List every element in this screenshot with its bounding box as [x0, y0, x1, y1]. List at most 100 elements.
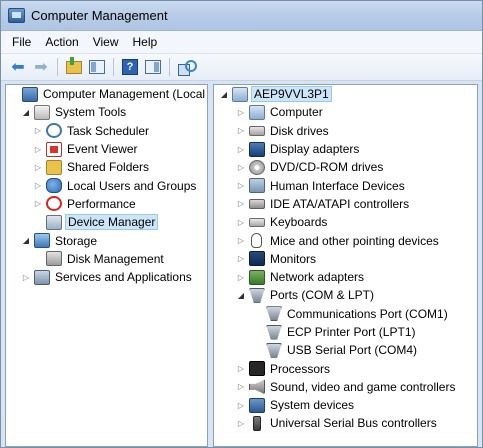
tree-item[interactable]: ▷ IDE ATA/ATAPI controllers — [214, 195, 477, 213]
keyboard-icon — [249, 217, 265, 227]
tree-item[interactable]: ▷ Display adapters — [214, 140, 477, 158]
device-manager-icon — [46, 214, 62, 230]
expand-arrow-icon[interactable]: ▷ — [236, 236, 246, 245]
show-hide-console-tree-icon[interactable] — [88, 58, 106, 76]
expand-arrow-icon[interactable]: ▷ — [236, 145, 246, 154]
display-adapter-icon — [249, 141, 265, 157]
expand-arrow-icon[interactable]: ▷ — [236, 181, 246, 190]
tree-item-label: AEP9VVL3P1 — [251, 86, 332, 103]
expand-arrow-icon[interactable]: ▷ — [236, 419, 246, 428]
menu-help[interactable]: Help — [126, 35, 165, 49]
expand-arrow-icon[interactable]: ▷ — [236, 382, 246, 391]
forward-arrow-icon[interactable]: ➡ — [32, 58, 50, 76]
expand-arrow-icon[interactable]: ▷ — [236, 108, 246, 117]
tree-item[interactable]: Disk Management — [6, 250, 207, 268]
tree-item[interactable]: ▷ Event Viewer — [6, 140, 207, 158]
expand-arrow-icon[interactable]: ▷ — [33, 126, 43, 135]
ide-controller-icon — [249, 198, 265, 209]
task-scheduler-icon — [46, 123, 62, 139]
expand-arrow-icon[interactable]: ▷ — [236, 163, 246, 172]
tree-item[interactable]: ▷ Services and Applications — [6, 268, 207, 286]
tree-item-label: USB Serial Port (COM4) — [287, 343, 418, 358]
monitor-icon — [249, 251, 265, 267]
expand-arrow-icon[interactable]: ▷ — [236, 364, 246, 373]
show-hide-action-pane-icon[interactable] — [144, 58, 162, 76]
system-devices-icon — [249, 397, 265, 413]
help-icon[interactable]: ? — [121, 58, 139, 76]
tree-item[interactable]: ◢ Storage — [6, 231, 207, 249]
tree-item-label: Keyboards — [270, 215, 328, 230]
device-tree: ◢ AEP9VVL3P1 ▷ Computer ▷ Disk drives ▷ Display… — [214, 85, 477, 433]
port-icon — [266, 342, 282, 358]
tree-item[interactable]: ▷ Human Interface Devices — [214, 176, 477, 194]
expand-arrow-icon[interactable]: ▷ — [33, 181, 43, 190]
scan-hardware-icon[interactable] — [177, 58, 197, 76]
disk-drive-icon — [249, 125, 265, 136]
expand-arrow-icon[interactable]: ▷ — [236, 199, 246, 208]
tree-item[interactable]: ▷ Performance — [6, 195, 207, 213]
expand-arrow-icon[interactable]: ▷ — [33, 163, 43, 172]
tree-item[interactable]: ECP Printer Port (LPT1) — [214, 323, 477, 341]
console-tree-pane[interactable]: Computer Management (Local ◢ System Tools ▷… — [5, 84, 208, 447]
storage-icon — [34, 233, 50, 249]
hid-icon — [249, 178, 265, 194]
tree-item-label: Processors — [270, 361, 331, 376]
tree-item[interactable]: Communications Port (COM1) — [214, 305, 477, 323]
tree-item[interactable]: ▷ Keyboards — [214, 213, 477, 231]
expand-arrow-icon[interactable]: ▷ — [236, 273, 246, 282]
expand-arrow-icon[interactable]: ▷ — [21, 273, 31, 282]
tree-item[interactable]: Device Manager — [6, 213, 207, 231]
window-title: Computer Management — [31, 8, 168, 23]
tree-item[interactable]: ▷ Mice and other pointing devices — [214, 231, 477, 249]
tree-item[interactable]: ▷ Task Scheduler — [6, 122, 207, 140]
tree-item[interactable]: ▷ DVD/CD-ROM drives — [214, 158, 477, 176]
tree-item[interactable]: ▷ Monitors — [214, 250, 477, 268]
computer-management-icon — [22, 86, 38, 102]
toolbar-separator — [57, 58, 58, 76]
tree-item[interactable]: USB Serial Port (COM4) — [214, 341, 477, 359]
tree-item[interactable]: ◢ AEP9VVL3P1 — [214, 85, 477, 103]
tree-item-label: System Tools — [55, 105, 127, 120]
tree-item-label: Storage — [55, 233, 98, 248]
menu-action[interactable]: Action — [38, 35, 85, 49]
expand-arrow-icon[interactable]: ▷ — [236, 218, 246, 227]
tree-item-label: Computer Management (Local — [43, 87, 206, 102]
expand-arrow-icon[interactable]: ▷ — [33, 145, 43, 154]
device-tree-pane[interactable]: ◢ AEP9VVL3P1 ▷ Computer ▷ Disk drives ▷ Display… — [213, 84, 478, 447]
tree-item[interactable]: ▷ Disk drives — [214, 122, 477, 140]
tree-item[interactable]: ▷ Sound, video and game controllers — [214, 378, 477, 396]
tree-item[interactable]: ▷ Local Users and Groups — [6, 176, 207, 194]
tree-item[interactable]: ▷ System devices — [214, 396, 477, 414]
tree-item-label: Services and Applications — [55, 270, 192, 285]
computer-icon — [232, 86, 248, 102]
up-folder-icon[interactable] — [65, 56, 83, 76]
content-panes: Computer Management (Local ◢ System Tools ▷… — [5, 84, 478, 447]
expand-arrow-icon[interactable]: ▷ — [236, 126, 246, 135]
collapse-arrow-icon[interactable]: ◢ — [21, 108, 31, 117]
tree-item[interactable]: ▷ Processors — [214, 359, 477, 377]
shared-folders-icon — [46, 159, 62, 175]
tree-item[interactable]: Computer Management (Local — [6, 85, 207, 103]
collapse-arrow-icon[interactable]: ◢ — [236, 291, 246, 300]
title-bar[interactable]: Computer Management — [1, 1, 482, 31]
back-arrow-icon[interactable]: ⬅ — [9, 58, 27, 76]
tree-item-label: Communications Port (COM1) — [287, 306, 448, 321]
expand-arrow-icon[interactable]: ▷ — [33, 199, 43, 208]
expand-arrow-icon[interactable]: ▷ — [236, 254, 246, 263]
tree-item-label: Human Interface Devices — [270, 178, 405, 193]
menu-file[interactable]: File — [5, 35, 38, 49]
collapse-arrow-icon[interactable]: ◢ — [21, 236, 31, 245]
tree-item[interactable]: ◢ Ports (COM & LPT) — [214, 286, 477, 304]
tree-item[interactable]: ▷ Universal Serial Bus controllers — [214, 414, 477, 432]
tree-item[interactable]: ▷ Computer — [214, 103, 477, 121]
collapse-arrow-icon[interactable]: ◢ — [219, 90, 229, 99]
tree-item[interactable]: ▷ Network adapters — [214, 268, 477, 286]
menu-view[interactable]: View — [86, 35, 126, 49]
tree-item[interactable]: ◢ System Tools — [6, 103, 207, 121]
system-tools-icon — [34, 104, 50, 120]
dvd-icon — [249, 159, 265, 175]
expand-arrow-icon[interactable]: ▷ — [236, 401, 246, 410]
tree-item[interactable]: ▷ Shared Folders — [6, 158, 207, 176]
sound-icon — [249, 379, 265, 395]
menu-bar: File Action View Help — [1, 31, 482, 54]
